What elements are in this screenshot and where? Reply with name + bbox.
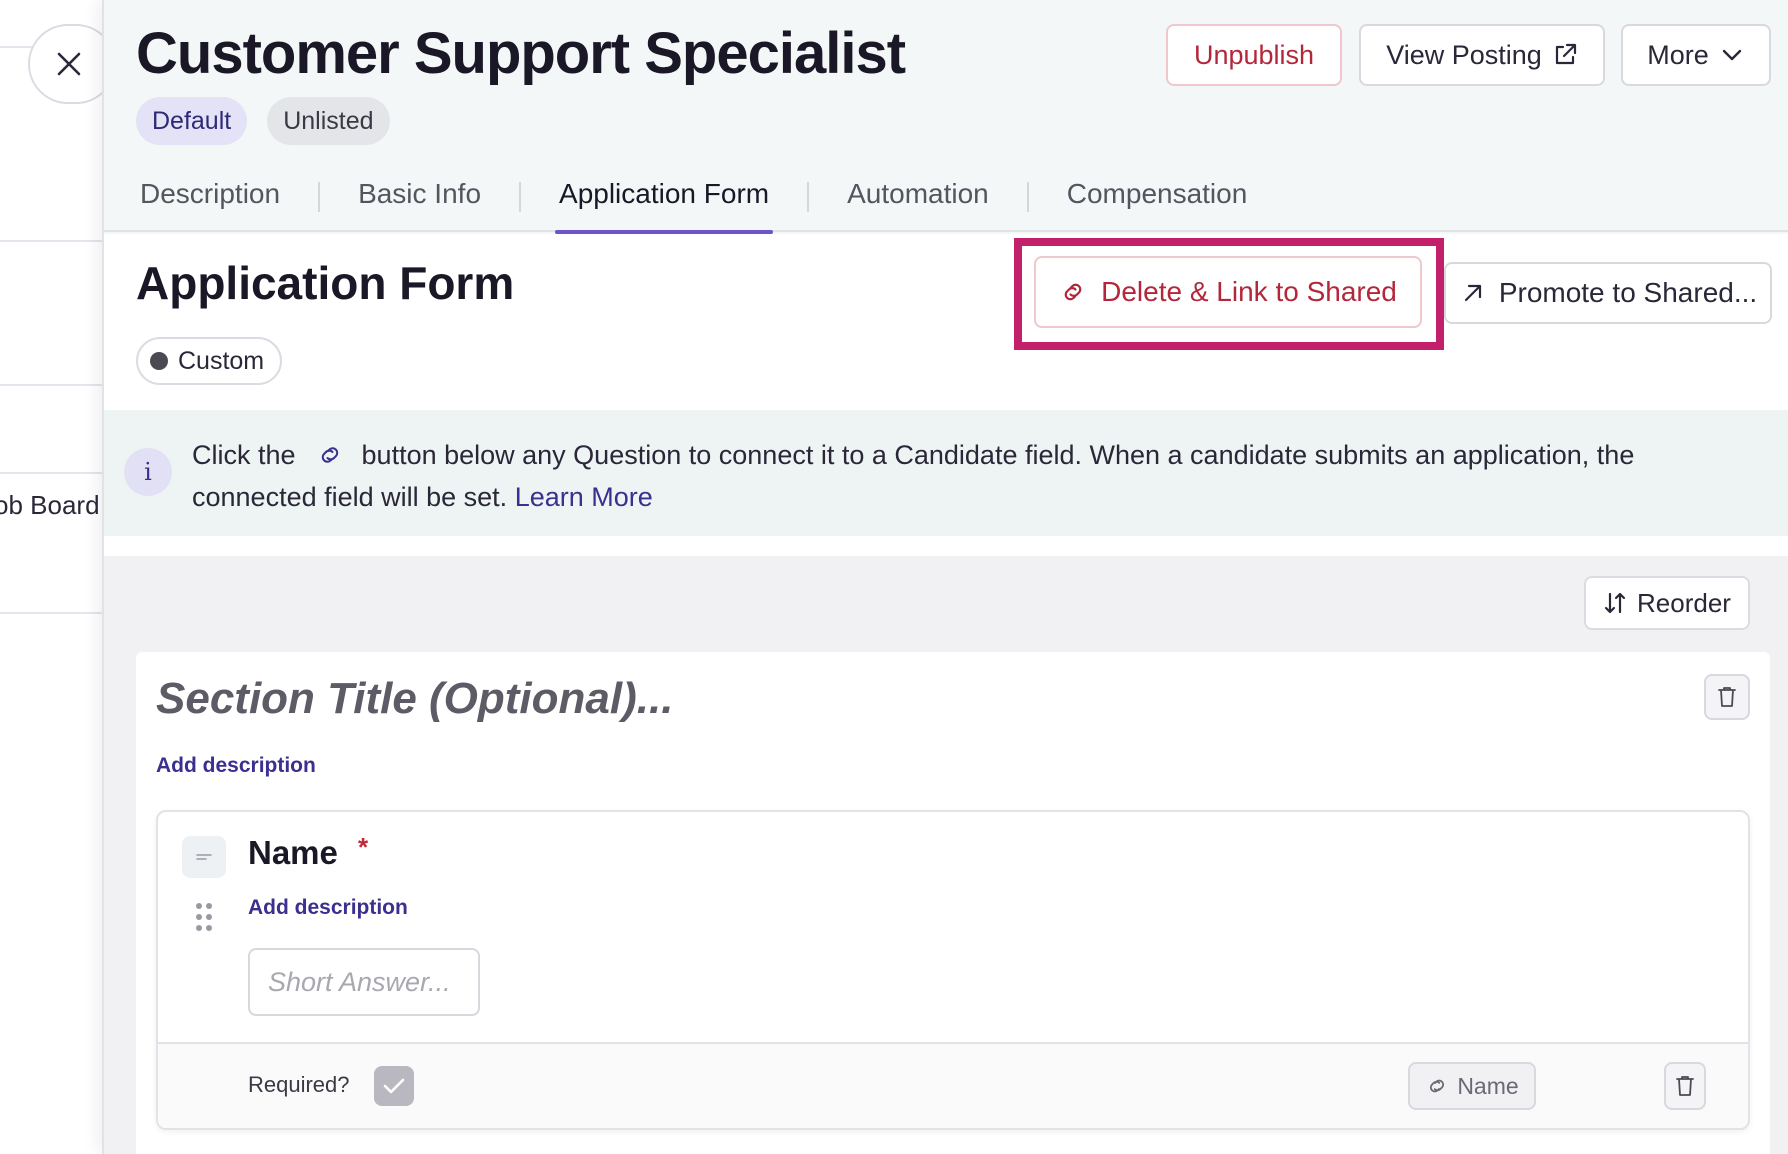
- info-text-before: Click the: [192, 440, 296, 470]
- delete-question-button[interactable]: [1664, 1062, 1706, 1110]
- job-detail-panel: Customer Support Specialist Default Unli…: [102, 0, 1788, 1154]
- info-banner: i Click the button below any Question to…: [104, 410, 1788, 536]
- promote-to-shared-button[interactable]: Promote to Shared...: [1444, 262, 1772, 324]
- badge-unlisted: Unlisted: [267, 97, 390, 145]
- form-status-label: Custom: [178, 346, 265, 375]
- question-footer: Required? Name: [158, 1042, 1748, 1128]
- chevron-down-icon: [1722, 49, 1741, 61]
- delete-and-link-label: Delete & Link to Shared: [1101, 276, 1397, 307]
- more-label: More: [1647, 39, 1709, 70]
- required-checkbox[interactable]: [374, 1066, 414, 1106]
- unpublish-button[interactable]: Unpublish: [1166, 24, 1342, 86]
- tab-description[interactable]: Description: [136, 170, 284, 232]
- divider: [0, 472, 102, 474]
- badge-default: Default: [136, 97, 248, 145]
- delete-section-button[interactable]: [1704, 674, 1750, 720]
- required-label: Required?: [248, 1072, 350, 1097]
- required-marker: *: [358, 832, 369, 862]
- reorder-label: Reorder: [1637, 587, 1731, 618]
- sort-arrows-icon: [1604, 592, 1626, 614]
- linked-field-label: Name: [1457, 1072, 1519, 1099]
- info-icon: i: [124, 448, 172, 496]
- link-icon: [1430, 1079, 1445, 1093]
- divider: [0, 384, 102, 386]
- tab-separator: [318, 182, 321, 212]
- badge-group: Default Unlisted: [136, 97, 390, 145]
- tab-application-form[interactable]: Application Form: [555, 170, 774, 234]
- divider: [0, 612, 102, 614]
- trash-icon: [1676, 1076, 1694, 1096]
- application-form-content: Application Form Custom Delete & Link to…: [104, 234, 1788, 1154]
- question-card: Name * Add description Short Answer... R…: [156, 810, 1750, 1130]
- external-link-icon: [1555, 43, 1576, 65]
- link-icon: [321, 447, 338, 463]
- lines-icon: [196, 854, 212, 860]
- section-title-input[interactable]: Section Title (Optional)...: [156, 674, 673, 724]
- learn-more-link[interactable]: Learn More: [515, 482, 653, 512]
- reorder-button[interactable]: Reorder: [1584, 576, 1750, 630]
- background-partial-text: ob Board ': [0, 490, 112, 520]
- info-text-after: button below any Question to connect it …: [192, 440, 1635, 512]
- tab-separator: [1026, 182, 1029, 212]
- form-status-pill: Custom: [136, 337, 283, 385]
- delete-and-link-button[interactable]: Delete & Link to Shared: [1034, 256, 1422, 328]
- form-section-card: Section Title (Optional)... Add descript…: [136, 652, 1770, 1154]
- panel-header: Customer Support Specialist Default Unli…: [104, 0, 1788, 234]
- tab-separator: [807, 182, 810, 212]
- tab-bar: Description Basic Info Application Form …: [136, 170, 1252, 234]
- tab-compensation[interactable]: Compensation: [1063, 170, 1252, 232]
- drag-handle-icon[interactable]: [194, 902, 214, 932]
- trash-icon: [1718, 687, 1736, 707]
- form-builder-area: Reorder Section Title (Optional)... Add …: [104, 556, 1788, 1154]
- status-dot: [150, 352, 168, 370]
- checkmark-icon: [383, 1078, 405, 1094]
- arrow-up-right-icon: [1464, 284, 1481, 302]
- section-heading: Application Form: [136, 257, 515, 309]
- divider: [0, 240, 102, 242]
- info-message: Click the button below any Question to c…: [192, 434, 1762, 518]
- promote-label: Promote to Shared...: [1498, 277, 1758, 308]
- section-add-description-link[interactable]: Add description: [156, 754, 316, 778]
- close-icon: [57, 52, 81, 76]
- unpublish-label: Unpublish: [1193, 39, 1315, 70]
- tab-automation[interactable]: Automation: [843, 170, 993, 232]
- page-title: Customer Support Specialist: [136, 21, 906, 86]
- more-menu-button[interactable]: More: [1621, 24, 1771, 86]
- short-answer-preview: Short Answer...: [248, 948, 480, 1016]
- tab-separator: [519, 182, 522, 212]
- background-page: ob Board ': [0, 0, 112, 1154]
- question-label[interactable]: Name: [248, 834, 338, 872]
- link-icon: [1064, 283, 1082, 301]
- tab-basic-info[interactable]: Basic Info: [354, 170, 485, 232]
- view-posting-button[interactable]: View Posting: [1359, 24, 1605, 86]
- view-posting-label: View Posting: [1386, 39, 1542, 70]
- question-add-description-link[interactable]: Add description: [248, 896, 408, 920]
- linked-field-button[interactable]: Name: [1408, 1062, 1536, 1110]
- short-text-type-icon: [182, 836, 226, 878]
